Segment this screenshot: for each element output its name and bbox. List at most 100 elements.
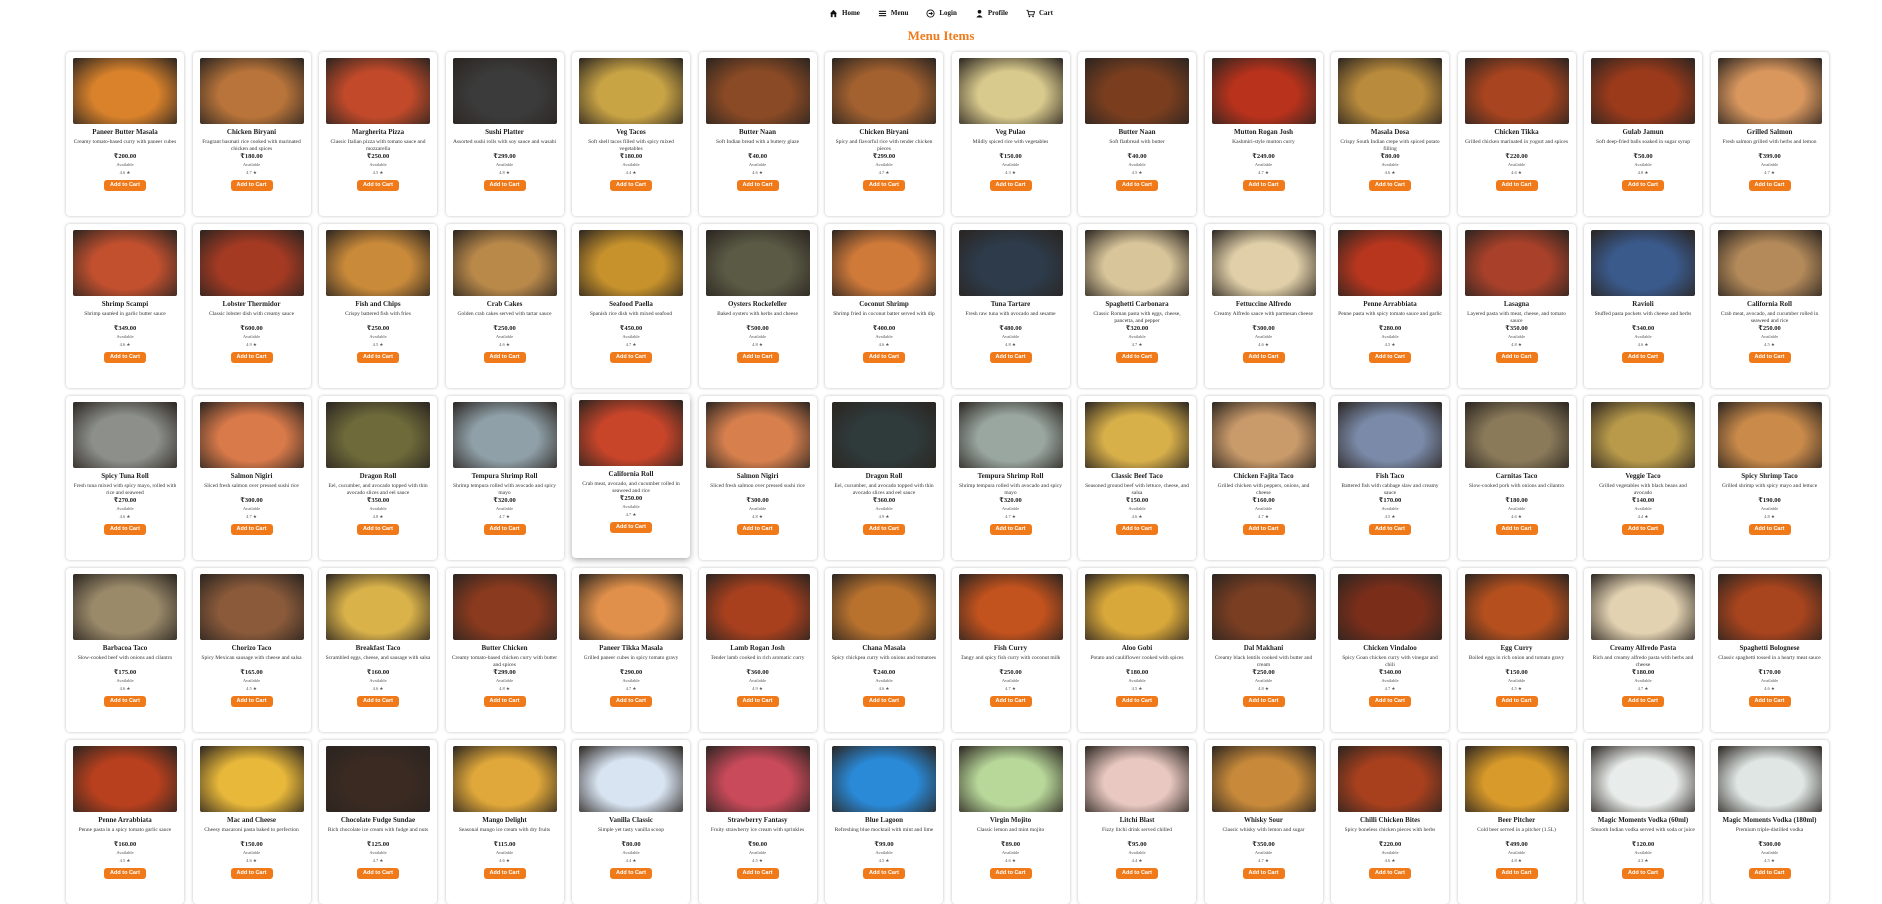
add-to-cart-button[interactable]: Add to Cart — [736, 696, 779, 707]
add-to-cart-button[interactable]: Add to Cart — [483, 696, 526, 707]
item-price: ₹270.00 — [113, 497, 137, 504]
add-to-cart-button[interactable]: Add to Cart — [989, 180, 1032, 191]
add-to-cart-button[interactable]: Add to Cart — [736, 868, 779, 879]
availability-status: Available — [369, 850, 387, 855]
add-to-cart-button[interactable]: Add to Cart — [1622, 180, 1664, 191]
add-to-cart-button[interactable]: Add to Cart — [1622, 352, 1664, 363]
add-to-cart-button[interactable]: Add to Cart — [610, 522, 652, 533]
add-to-cart-button[interactable]: Add to Cart — [863, 524, 905, 535]
add-to-cart-button[interactable]: Add to Cart — [1748, 524, 1791, 535]
add-to-cart-button[interactable]: Add to Cart — [1369, 180, 1411, 191]
nav-cart[interactable]: Cart — [1026, 9, 1053, 18]
add-to-cart-button[interactable]: Add to Cart — [483, 180, 526, 191]
add-to-cart-button[interactable]: Add to Cart — [863, 352, 905, 363]
add-to-cart-button[interactable]: Add to Cart — [863, 180, 905, 191]
add-to-cart-button[interactable]: Add to Cart — [1622, 696, 1664, 707]
add-to-cart-button[interactable]: Add to Cart — [104, 696, 146, 707]
add-to-cart-button[interactable]: Add to Cart — [1116, 352, 1158, 363]
item-rating: 4.8 ★ — [1511, 342, 1522, 347]
add-to-cart-button[interactable]: Add to Cart — [1622, 524, 1664, 535]
item-price: ₹160.00 — [366, 669, 390, 676]
add-to-cart-button[interactable]: Add to Cart — [736, 180, 779, 191]
add-to-cart-button[interactable]: Add to Cart — [1495, 868, 1538, 879]
add-to-cart-button[interactable]: Add to Cart — [863, 868, 905, 879]
add-to-cart-button[interactable]: Add to Cart — [1242, 180, 1285, 191]
add-to-cart-button[interactable]: Add to Cart — [736, 524, 779, 535]
add-to-cart-button[interactable]: Add to Cart — [483, 352, 526, 363]
nav-home[interactable]: Home — [829, 9, 860, 18]
menu-item-card: Fish and Chips Crispy battered fish with … — [319, 224, 437, 388]
availability-status: Available — [875, 678, 893, 683]
add-to-cart-button[interactable]: Add to Cart — [1116, 524, 1158, 535]
food-photo — [1085, 574, 1189, 640]
nav-menu[interactable]: Menu — [878, 9, 908, 18]
add-to-cart-button[interactable]: Add to Cart — [1369, 352, 1411, 363]
nav-login[interactable]: Login — [926, 8, 957, 18]
add-to-cart-button[interactable]: Add to Cart — [1748, 868, 1791, 879]
add-to-cart-button[interactable]: Add to Cart — [1622, 868, 1664, 879]
item-description: Spicy and flavorful rice with tender chi… — [835, 139, 933, 152]
add-to-cart-button[interactable]: Add to Cart — [230, 180, 273, 191]
add-to-cart-button[interactable]: Add to Cart — [357, 180, 399, 191]
add-to-cart-button[interactable]: Add to Cart — [104, 868, 146, 879]
availability-status: Available — [1507, 162, 1526, 167]
nav-label: Home — [842, 9, 860, 17]
add-to-cart-button[interactable]: Add to Cart — [230, 696, 273, 707]
add-to-cart-button[interactable]: Add to Cart — [1369, 868, 1411, 879]
item-rating: 4.5 ★ — [372, 170, 384, 175]
add-to-cart-button[interactable]: Add to Cart — [1369, 524, 1411, 535]
add-to-cart-button[interactable]: Add to Cart — [357, 868, 399, 879]
add-to-cart-button[interactable]: Add to Cart — [1748, 180, 1791, 191]
add-to-cart-button[interactable]: Add to Cart — [610, 696, 652, 707]
add-to-cart-button[interactable]: Add to Cart — [230, 524, 273, 535]
add-to-cart-button[interactable]: Add to Cart — [1242, 524, 1285, 535]
add-to-cart-button[interactable]: Add to Cart — [104, 352, 146, 363]
add-to-cart-button[interactable]: Add to Cart — [610, 180, 652, 191]
nav-profile[interactable]: Profile — [975, 9, 1008, 18]
menu-item-card: Spicy Tuna Roll Fresh tuna mixed with spi… — [66, 396, 184, 560]
add-to-cart-button[interactable]: Add to Cart — [1748, 352, 1791, 363]
item-rating: 4.6 ★ — [1384, 858, 1396, 863]
add-to-cart-button[interactable]: Add to Cart — [357, 524, 399, 535]
add-to-cart-button[interactable]: Add to Cart — [357, 352, 399, 363]
add-to-cart-button[interactable]: Add to Cart — [1495, 696, 1538, 707]
add-to-cart-button[interactable]: Add to Cart — [989, 696, 1032, 707]
add-to-cart-button[interactable]: Add to Cart — [230, 352, 273, 363]
add-to-cart-button[interactable]: Add to Cart — [989, 524, 1032, 535]
item-price: ₹299.00 — [493, 669, 516, 676]
add-to-cart-button[interactable]: Add to Cart — [1495, 352, 1538, 363]
add-to-cart-button[interactable]: Add to Cart — [1116, 180, 1158, 191]
add-to-cart-button[interactable]: Add to Cart — [1242, 868, 1285, 879]
add-to-cart-button[interactable]: Add to Cart — [989, 868, 1032, 879]
item-price: ₹290.00 — [619, 669, 643, 676]
add-to-cart-button[interactable]: Add to Cart — [1495, 524, 1538, 535]
add-to-cart-button[interactable]: Add to Cart — [1369, 696, 1411, 707]
add-to-cart-button[interactable]: Add to Cart — [610, 352, 652, 363]
add-to-cart-button[interactable]: Add to Cart — [230, 868, 273, 879]
add-to-cart-button[interactable]: Add to Cart — [989, 352, 1032, 363]
item-name: Classic Beef Taco — [1111, 472, 1163, 480]
item-description: Fizzy litchi drink served chilled — [1102, 827, 1172, 833]
menu-item-card: Gulab Jamun Soft deep-fried balls soaked … — [1584, 52, 1702, 216]
add-to-cart-button[interactable]: Add to Cart — [104, 180, 146, 191]
add-to-cart-button[interactable]: Add to Cart — [1748, 696, 1791, 707]
food-photo — [452, 574, 557, 640]
add-to-cart-button[interactable]: Add to Cart — [483, 524, 526, 535]
availability-status: Available — [1254, 162, 1273, 167]
item-name: Chorizo Taco — [231, 644, 272, 652]
add-to-cart-button[interactable]: Add to Cart — [1242, 696, 1285, 707]
add-to-cart-button[interactable]: Add to Cart — [1116, 868, 1158, 879]
login-icon — [926, 8, 935, 18]
item-price: ₹250.00 — [366, 153, 390, 160]
availability-status: Available — [242, 850, 261, 855]
add-to-cart-button[interactable]: Add to Cart — [357, 696, 399, 707]
add-to-cart-button[interactable]: Add to Cart — [1116, 696, 1158, 707]
add-to-cart-button[interactable]: Add to Cart — [863, 696, 905, 707]
add-to-cart-button[interactable]: Add to Cart — [736, 352, 779, 363]
add-to-cart-button[interactable]: Add to Cart — [1495, 180, 1538, 191]
item-rating: 4.6 ★ — [499, 342, 510, 347]
add-to-cart-button[interactable]: Add to Cart — [104, 524, 146, 535]
add-to-cart-button[interactable]: Add to Cart — [483, 868, 526, 879]
add-to-cart-button[interactable]: Add to Cart — [1242, 352, 1285, 363]
add-to-cart-button[interactable]: Add to Cart — [610, 868, 652, 879]
